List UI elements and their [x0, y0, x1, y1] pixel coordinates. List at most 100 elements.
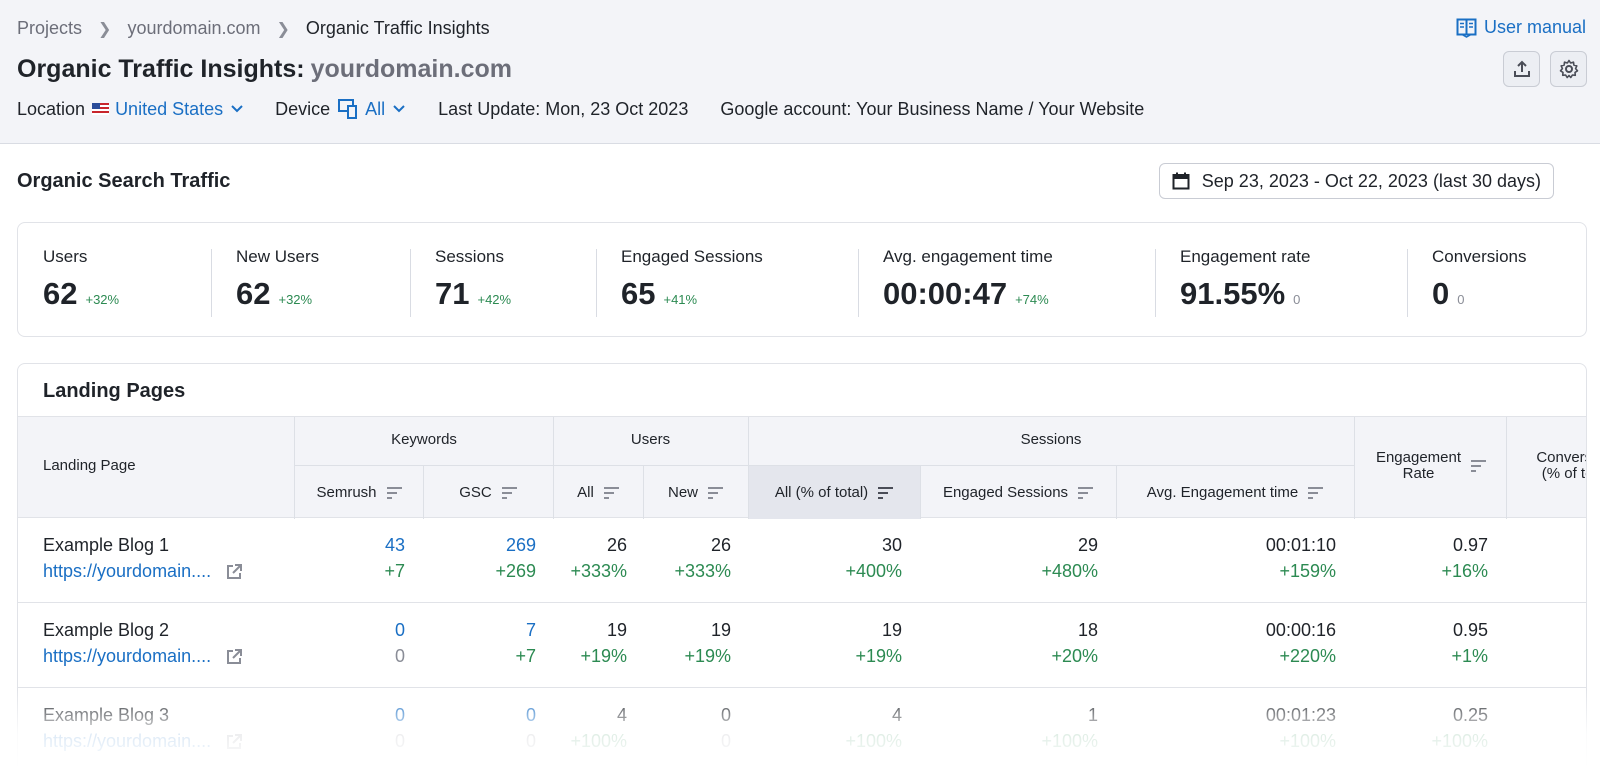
user-manual-link[interactable]: User manual — [1456, 17, 1586, 38]
cell-delta: +19% — [684, 646, 731, 667]
chevron-right-icon: ❯ — [98, 19, 111, 39]
cell-rate: 0.95+1% — [1451, 620, 1488, 667]
divider — [1155, 249, 1156, 317]
cell-delta: 0 — [395, 731, 405, 752]
metric-delta: +32% — [85, 292, 119, 307]
cell-gsc[interactable]: 269+269 — [495, 535, 536, 582]
chevron-down-icon[interactable] — [393, 105, 405, 113]
metric-label: New Users — [236, 247, 319, 267]
page-url-link[interactable]: https://yourdomain.... — [43, 646, 211, 667]
table-row: Example Blog 2 https://yourdomain.... 00… — [18, 604, 1587, 688]
cell-gsc[interactable]: 7+7 — [515, 620, 536, 667]
column-label: Avg. Engagement time — [1147, 484, 1298, 501]
page-url-link[interactable]: https://yourdomain.... — [43, 731, 211, 752]
breadcrumb-domain[interactable]: yourdomain.com — [127, 18, 260, 39]
metric-sessions: Sessions 71+42% — [435, 247, 511, 315]
column-users-all[interactable]: All — [553, 466, 643, 519]
metric-label: Avg. engagement time — [883, 247, 1053, 267]
date-range-picker[interactable]: Sep 23, 2023 - Oct 22, 2023 (last 30 day… — [1159, 163, 1554, 199]
column-conversions[interactable]: Conversions (% of total) — [1508, 450, 1587, 482]
column-sessions-all[interactable]: All (% of total) — [748, 466, 920, 519]
sort-icon[interactable] — [387, 487, 402, 499]
section-title: Organic Search Traffic — [17, 170, 230, 193]
divider — [294, 417, 295, 519]
cell-delta: +7 — [515, 646, 536, 667]
cell-new-users: 26+333% — [674, 535, 731, 582]
cell-delta: +19% — [580, 646, 627, 667]
chevron-down-icon[interactable] — [231, 105, 243, 113]
group-users: Users — [553, 431, 748, 448]
sort-icon[interactable] — [1308, 487, 1323, 499]
cell-sessions: 19+19% — [855, 620, 902, 667]
cell-semrush[interactable]: 00 — [395, 620, 405, 667]
external-link-icon[interactable] — [225, 733, 243, 751]
cell-value[interactable]: 0 — [395, 705, 405, 726]
cell-delta: +7 — [384, 561, 405, 582]
sort-icon[interactable] — [878, 487, 893, 499]
cell-value[interactable]: 0 — [395, 620, 405, 641]
cell-avg-time: 00:00:16+220% — [1266, 620, 1336, 667]
cell-semrush[interactable]: 43+7 — [384, 535, 405, 582]
cell-users: 4+100% — [570, 705, 627, 752]
cell-value: 19 — [580, 620, 627, 641]
sort-icon[interactable] — [708, 487, 723, 499]
page-url-link[interactable]: https://yourdomain.... — [43, 561, 211, 582]
external-link-icon[interactable] — [225, 648, 243, 666]
cell-value: 19 — [684, 620, 731, 641]
breadcrumb: Projects ❯ yourdomain.com ❯ Organic Traf… — [17, 18, 490, 39]
cell-value[interactable]: 269 — [495, 535, 536, 556]
cell-semrush[interactable]: 00 — [395, 705, 405, 752]
sort-icon[interactable] — [502, 487, 517, 499]
cell-delta: +100% — [1041, 731, 1098, 752]
settings-button[interactable] — [1550, 51, 1587, 87]
export-button[interactable] — [1503, 51, 1540, 87]
cell-engaged: 18+20% — [1051, 620, 1098, 667]
column-engagement-rate[interactable]: Engagement Rate — [1356, 450, 1506, 482]
column-gsc[interactable]: GSC — [423, 466, 553, 519]
metric-avg-engagement-time: Avg. engagement time 00:00:47+74% — [883, 247, 1053, 315]
cell-value: 30 — [845, 535, 902, 556]
metric-value: 62 — [236, 276, 270, 312]
table-row: Example Blog 1 https://yourdomain.... 43… — [18, 519, 1587, 603]
metric-new-users: New Users 62+32% — [236, 247, 319, 315]
cell-users: 26+333% — [570, 535, 627, 582]
cell-sessions: 30+400% — [845, 535, 902, 582]
cell-value: 4 — [570, 705, 627, 726]
column-engaged-sessions[interactable]: Engaged Sessions — [920, 466, 1116, 519]
column-label: Rate — [1403, 466, 1435, 482]
column-label: Semrush — [316, 484, 376, 501]
column-landing-page: Landing Page — [43, 457, 136, 474]
divider — [423, 466, 424, 519]
devices-icon — [337, 98, 359, 120]
external-link-icon[interactable] — [225, 563, 243, 581]
cell-value: 4 — [845, 705, 902, 726]
cell-value: 0.25 — [1431, 705, 1488, 726]
column-semrush[interactable]: Semrush — [295, 466, 423, 519]
sort-icon[interactable] — [1471, 460, 1486, 472]
cell-value[interactable]: 0 — [526, 705, 536, 726]
cell-gsc[interactable]: 00 — [526, 705, 536, 752]
metric-label: Engagement rate — [1180, 247, 1310, 267]
group-keywords: Keywords — [295, 431, 553, 448]
sort-icon[interactable] — [604, 487, 619, 499]
metrics-card: Users 62+32% New Users 62+32% Sessions 7… — [17, 222, 1587, 337]
column-label: Engaged Sessions — [943, 484, 1068, 501]
device-dropdown[interactable]: All — [365, 99, 385, 120]
cell-value: 26 — [570, 535, 627, 556]
column-users-new[interactable]: New — [643, 466, 748, 519]
column-label: Engagement — [1376, 450, 1461, 466]
sort-icon[interactable] — [1078, 487, 1093, 499]
cell-value[interactable]: 43 — [384, 535, 405, 556]
cell-delta: +19% — [855, 646, 902, 667]
breadcrumb-projects[interactable]: Projects — [17, 18, 82, 39]
page-name: Example Blog 2 — [43, 620, 243, 641]
cell-value[interactable]: 7 — [515, 620, 536, 641]
metric-value: 62 — [43, 276, 77, 312]
cell-engaged: 1+100% — [1041, 705, 1098, 752]
cell-delta: +220% — [1266, 646, 1336, 667]
metric-delta: 0 — [1293, 292, 1300, 307]
divider — [858, 249, 859, 317]
location-dropdown[interactable]: United States — [115, 99, 223, 120]
column-avg-engagement-time[interactable]: Avg. Engagement time — [1116, 466, 1354, 519]
metric-value: 71 — [435, 276, 469, 312]
